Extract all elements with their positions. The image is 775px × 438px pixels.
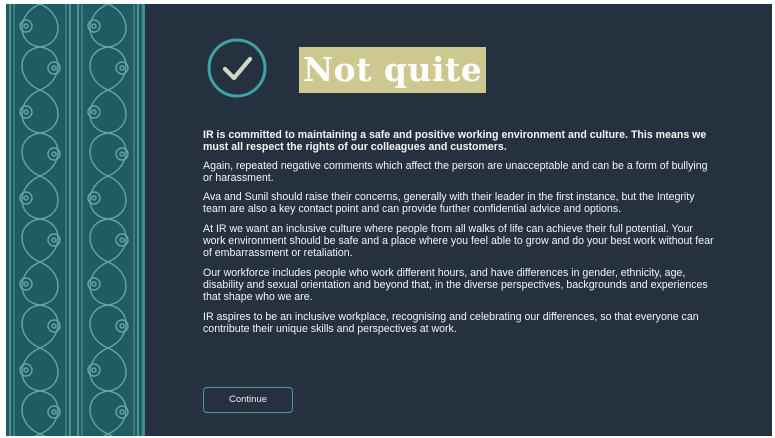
body-paragraph: IR aspires to be an inclusive workplace,… — [203, 310, 699, 335]
decorative-pattern-panel — [6, 4, 142, 436]
check-icon — [206, 37, 268, 99]
feedback-title: Not quite — [299, 47, 487, 93]
lead-paragraph: IR is committed to maintaining a safe an… — [203, 129, 707, 154]
body-paragraph: At IR we want an inclusive culture where… — [203, 222, 714, 260]
body-paragraph: Our workforce includes people who work d… — [203, 266, 708, 304]
continue-button[interactable]: Continue — [203, 387, 293, 413]
body-paragraph: Ava and Sunil should raise their concern… — [203, 191, 695, 216]
pattern-border — [142, 4, 145, 436]
feedback-screen: Not quite IR is committed to maintaining… — [6, 4, 772, 436]
body-paragraph: Again, repeated negative comments which … — [203, 159, 708, 184]
feedback-content: IR is committed to maintaining a safe an… — [203, 129, 718, 342]
